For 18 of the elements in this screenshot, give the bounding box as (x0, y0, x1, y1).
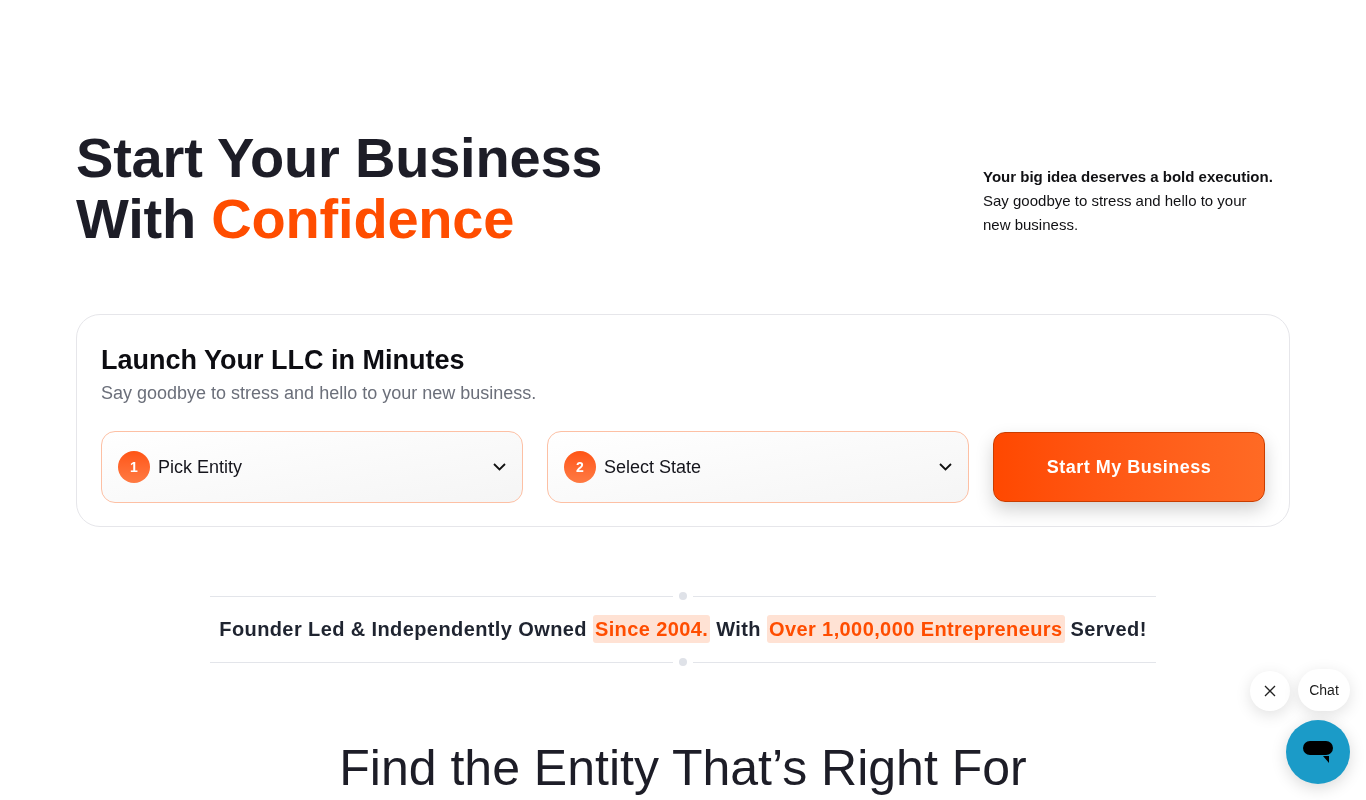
step-number: 2 (564, 451, 596, 483)
tagline-text: Say goodbye to stress and hello to your new business. (983, 191, 1248, 235)
close-button[interactable] (1250, 671, 1290, 711)
step-number: 1 (118, 451, 150, 483)
select-dropdown[interactable]: 2 Select State (547, 431, 969, 503)
chevron-down-icon (939, 463, 952, 471)
select-dropdown[interactable]: 1 Pick Entity (101, 431, 523, 503)
tagline-lead: Your big idea deserves a bold execution. (983, 167, 1274, 187)
section-heading: Find the Entity That’s Right For (339, 739, 1027, 798)
hero-heading: Start Your Business With Confidence (76, 127, 603, 249)
chevron-down-icon (493, 463, 506, 471)
chat-bubble-icon (1303, 741, 1333, 763)
card-subtitle: Say goodbye to stress and hello to your new business. (101, 382, 538, 405)
card-title: Launch Your LLC in Minutes (101, 344, 466, 377)
stats-banner-text: Founder Led & Independently Owned Since 2004. With Over 1,000,000 Entrepreneurs Served! (210, 615, 1156, 643)
chat-button[interactable]: Chat (1298, 669, 1350, 711)
close-icon (1264, 685, 1276, 697)
chat-launcher-button[interactable] (1286, 720, 1350, 784)
